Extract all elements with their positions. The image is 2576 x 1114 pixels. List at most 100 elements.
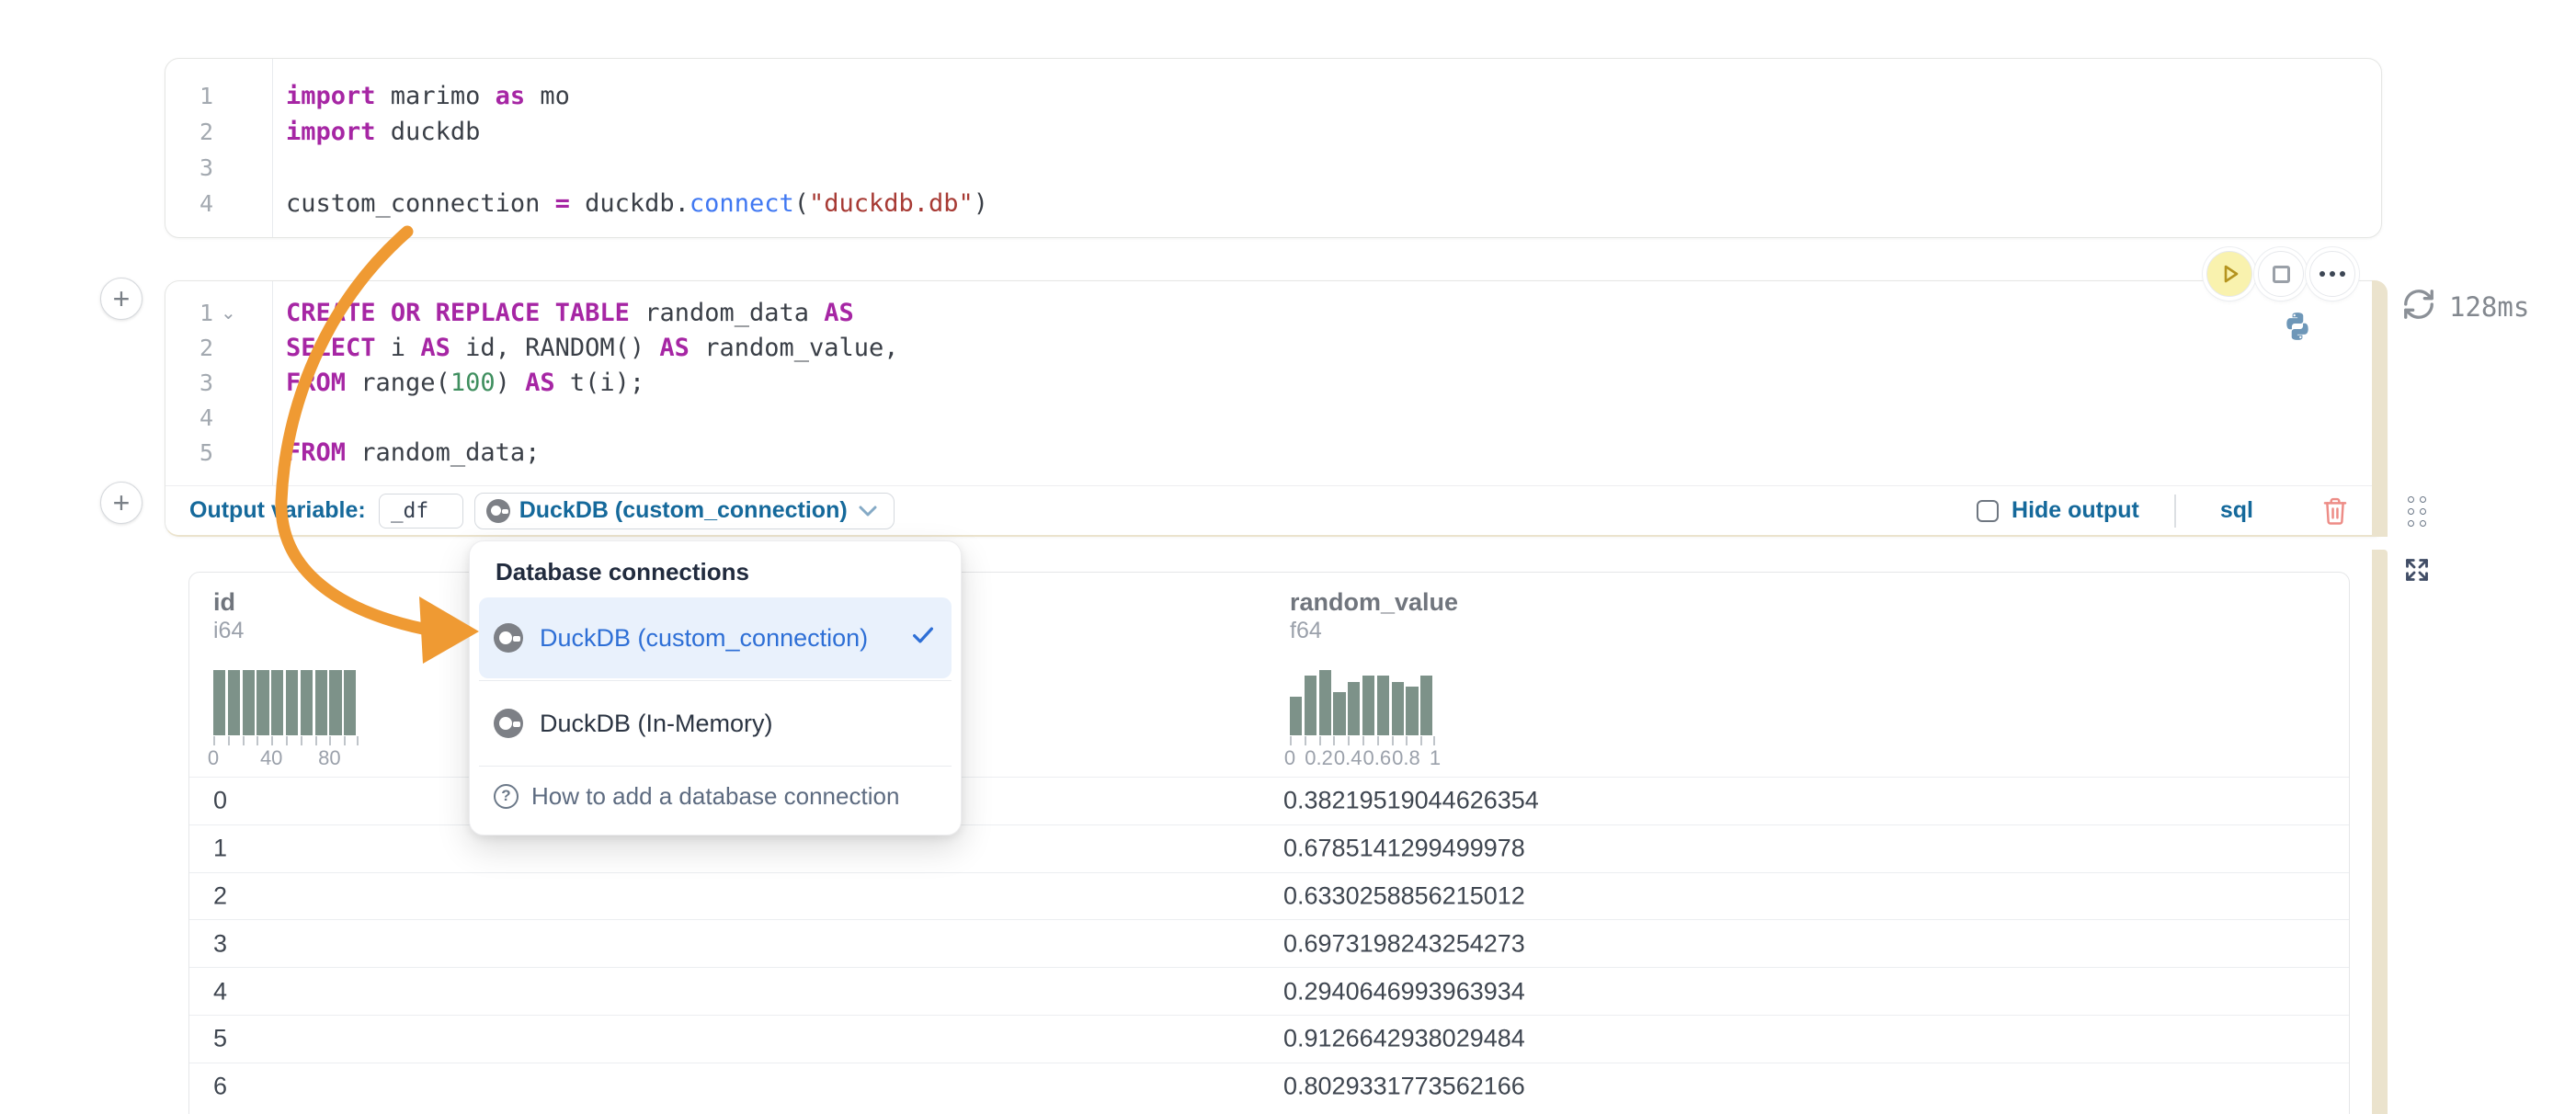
line-number-gutter: 1 ⌄ 2 3 4 5 [165,281,273,486]
drag-handle[interactable] [2408,496,2430,529]
tick-mark [1406,736,1408,745]
play-icon [2216,260,2243,288]
code-token: OR [391,299,421,327]
code-line: SELECT i AS id, RANDOM() AS random_value… [286,331,899,366]
database-connections-menu: Database connections DuckDB (custom_conn… [469,540,962,836]
line-number-text: 1 [199,300,213,326]
line-number: 2 [165,114,272,150]
stop-cell-button[interactable] [2258,251,2304,297]
tick-mark [344,736,346,745]
code-token [420,299,435,327]
menu-item-2[interactable]: How to add a database connection [479,768,952,824]
code-token [376,299,391,327]
code-token: = [555,189,570,218]
histogram-bar [243,670,255,735]
code-token: import [286,118,376,146]
run-cell-button[interactable] [2206,251,2252,297]
histogram-bar [329,670,341,735]
tick-mark [1305,736,1306,745]
menu-item-1[interactable]: DuckDB (In-Memory) [479,683,952,764]
stop-icon [2273,266,2290,283]
rerun-icon[interactable] [2401,287,2436,326]
tick-mark [286,736,288,745]
code-token: FROM [286,369,346,397]
histogram-bar [228,670,240,735]
column-dtype: f64 [1290,617,1458,644]
add-cell-button-top[interactable] [100,278,142,320]
code-token: as [496,82,526,110]
trash-icon [2321,496,2349,526]
code-token: ) [496,369,526,397]
help-icon [494,784,519,809]
language-label[interactable]: sql [2220,497,2253,524]
code-token: random_value, [690,334,899,362]
cell-random-value: 0.6330258856215012 [1283,881,1525,910]
code-line: import duckdb [286,114,988,150]
table-row: 30.6973198243254273 [189,919,2349,967]
tick-mark [1392,736,1394,745]
line-number: 3 [165,366,272,401]
line-number: 4 [165,186,272,222]
column-dtype: i64 [213,617,362,644]
cell-id-value: 5 [213,1025,227,1053]
fold-chevron-icon[interactable]: ⌄ [221,296,236,331]
histogram-bar [1392,682,1404,735]
histogram-bar [1290,697,1302,735]
delete-cell-button[interactable] [2321,496,2349,526]
cell-id-value: 4 [213,977,227,1006]
menu-item-label: How to add a database connection [531,782,899,811]
cell-id-value: 2 [213,881,227,910]
tick-mark [228,736,230,745]
duckdb-icon [494,709,523,738]
connection-selector-button[interactable]: DuckDB (custom_connection) [474,493,895,529]
histogram-bar [344,670,356,735]
tick-mark [213,736,215,745]
hide-output-checkbox[interactable] [1977,500,1999,522]
code-line [286,401,899,436]
code-line: import marimo as mo [286,78,988,114]
column-histogram [213,670,359,735]
histogram-bar [1377,676,1389,735]
expand-output-button[interactable] [2399,553,2434,588]
tick-mark [243,736,245,745]
code-token: custom_connection [286,189,555,218]
code-token: "duckdb.db" [809,189,974,218]
connection-selector-label: DuckDB (custom_connection) [519,497,848,524]
menu-item-0[interactable]: DuckDB (custom_connection) [479,597,952,678]
histogram-tick-labels: 04080 [213,746,362,770]
sql-cell[interactable]: 1 ⌄ 2 3 4 5 CREATE OR REPLACE TABLE random_da… [165,280,2387,537]
output-variable-label: Output variable: [189,497,366,524]
cell-menu-button[interactable] [2309,251,2355,297]
histogram-bar [1348,682,1360,735]
line-number-text: 4 [199,404,213,431]
code-token: i [376,334,421,362]
cell-footer: Output variable: DuckDB (custom_connecti… [165,485,2386,535]
code-token: random_data; [346,438,540,467]
histogram-bar [301,670,313,735]
divider [2174,494,2176,528]
tick-label: 0 [1284,746,1295,770]
tick-mark [256,736,258,745]
menu-header: Database connections [496,558,952,586]
tick-label: 40 [260,746,282,770]
python-code-cell[interactable]: 1234 import marimo as moimport duckdb cu… [165,58,2382,238]
cell-id-value: 3 [213,929,227,958]
cell-random-value: 0.6785141299499978 [1283,835,1525,863]
column-header-id: idi6404080 [213,587,362,770]
tick-mark [1290,736,1292,745]
code-editor-python[interactable]: import marimo as moimport duckdb custom_… [273,59,988,237]
line-number: 5 [165,436,272,471]
tick-mark [357,736,359,745]
python-language-icon [2282,311,2313,342]
code-token: ) [974,189,988,218]
tick-mark [1362,736,1364,745]
tick-label: 0.2 [1305,746,1333,770]
add-cell-button-bottom[interactable] [100,482,142,524]
code-line [286,150,988,186]
code-line: custom_connection = duckdb.connect("duck… [286,186,988,222]
table-row: 60.8029331773562166 [189,1063,2349,1110]
line-number-text: 2 [199,335,213,361]
menu-item-label: DuckDB (custom_connection) [540,624,868,653]
output-variable-input[interactable] [379,494,463,529]
code-editor-sql[interactable]: CREATE OR REPLACE TABLE random_data ASSE… [273,281,899,486]
